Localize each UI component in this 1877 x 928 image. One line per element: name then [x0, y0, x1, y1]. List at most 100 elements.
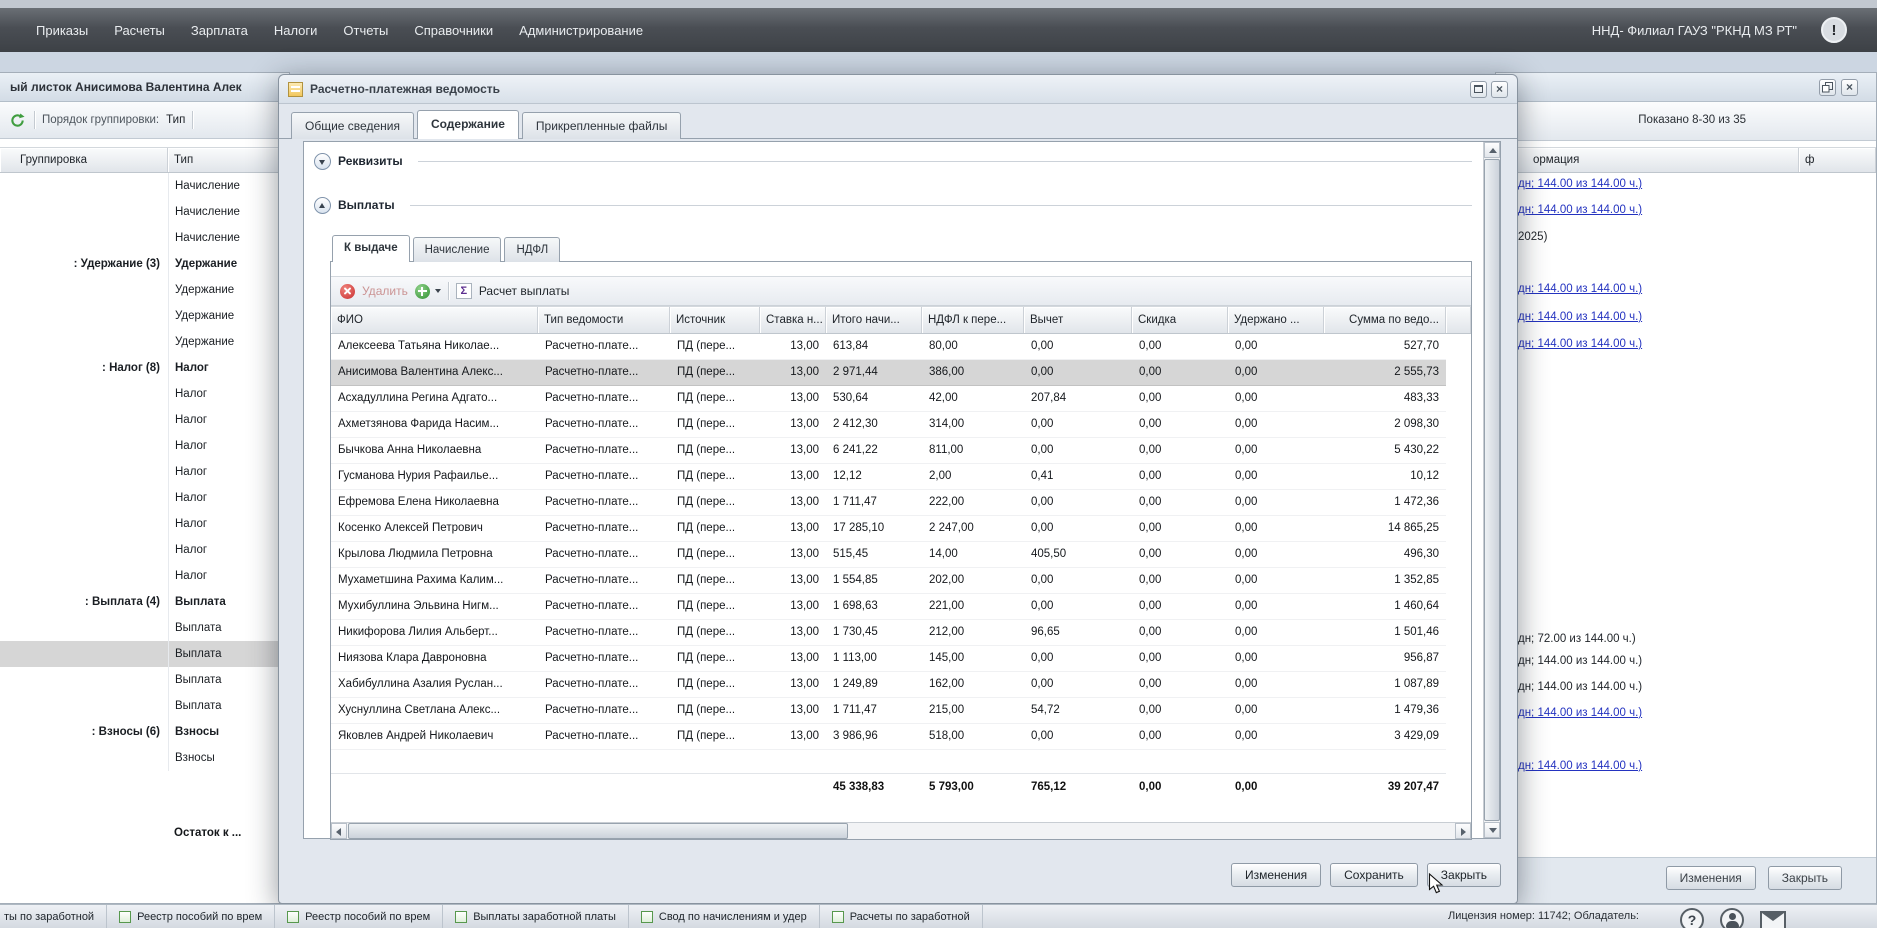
table-row[interactable]: : Налог (8)Налог	[0, 355, 289, 381]
close-button[interactable]: Закрыть	[1768, 866, 1842, 890]
changes-button[interactable]: Изменения	[1231, 863, 1321, 887]
menu-item-1[interactable]: Приказы	[36, 23, 88, 38]
table-row[interactable]: Мухибуллина Эльвина Нигм...Расчетно-плат…	[331, 594, 1446, 620]
delete-button[interactable]: Удалить	[362, 284, 408, 298]
add-icon[interactable]	[415, 284, 430, 299]
table-row[interactable]: Крылова Людмила ПетровнаРасчетно-плате..…	[331, 542, 1446, 568]
table-row[interactable]: Ахметзянова Фарида Насим...Расчетно-плат…	[331, 412, 1446, 438]
horizontal-scrollbar[interactable]	[331, 822, 1471, 839]
table-row[interactable]: Хуснуллина Светлана Алекс...Расчетно-пла…	[331, 698, 1446, 724]
taskbar-item[interactable]: Реестр пособий по врем	[107, 905, 275, 928]
table-row[interactable]: Налог	[0, 563, 289, 589]
table-row[interactable]: Ефремова Елена НиколаевнаРасчетно-плате.…	[331, 490, 1446, 516]
inner-tab-3[interactable]: НДФЛ	[504, 237, 560, 262]
scroll-down-button[interactable]	[1484, 822, 1500, 838]
table-row[interactable]: Анисимова Валентина Алекс...Расчетно-пла…	[331, 360, 1446, 386]
table-row[interactable]: Налог	[0, 433, 289, 459]
alert-icon[interactable]: !	[1821, 17, 1847, 43]
help-icon[interactable]: ?	[1680, 908, 1704, 928]
table-row[interactable]: Выплата	[0, 667, 289, 693]
scroll-left-button[interactable]	[331, 823, 347, 839]
link[interactable]: дн; 144.00 из 144.00 ч.)	[1518, 197, 1642, 223]
changes-button[interactable]: Изменения	[1666, 866, 1756, 890]
scroll-right-button[interactable]	[1455, 823, 1471, 839]
column-header[interactable]: Источник	[670, 307, 760, 333]
column-header[interactable]: Тип	[168, 148, 289, 172]
table-row[interactable]: Удержание	[0, 329, 289, 355]
table-row[interactable]: : Взносы (6)Взносы	[0, 719, 289, 745]
tab-3[interactable]: Прикрепленные файлы	[522, 112, 682, 139]
column-header[interactable]: Группировка	[0, 148, 168, 172]
window-titlebar[interactable]: ый листок Анисимова Валентина Алек	[0, 73, 289, 102]
column-header[interactable]: Скидка	[1132, 307, 1228, 333]
link[interactable]: дн; 144.00 из 144.00 ч.)	[1518, 304, 1642, 330]
close-button[interactable]: ×	[1491, 81, 1508, 98]
delete-icon[interactable]	[340, 284, 355, 299]
table-row[interactable]: Гусманова Нурия Рафаилье...Расчетно-плат…	[331, 464, 1446, 490]
tab-2[interactable]: Содержание	[417, 110, 519, 139]
dialog-titlebar[interactable]: Расчетно-платежная ведомость ×	[279, 75, 1517, 104]
table-row[interactable]: Налог	[0, 537, 289, 563]
calc-payout-button[interactable]: Расчет выплаты	[479, 284, 570, 298]
table-row[interactable]: : Выплата (4)Выплата	[0, 589, 289, 615]
table-row[interactable]: Налог	[0, 381, 289, 407]
user-icon[interactable]	[1720, 908, 1744, 928]
menu-item-3[interactable]: Зарплата	[191, 23, 248, 38]
column-header[interactable]: Тип ведомости	[538, 307, 670, 333]
table-row[interactable]: Косенко Алексей ПетровичРасчетно-плате..…	[331, 516, 1446, 542]
inner-tab-2[interactable]: Начисление	[413, 237, 502, 262]
column-header[interactable]: Удержано ...	[1228, 307, 1324, 333]
table-row[interactable]: Налог	[0, 485, 289, 511]
menu-item-5[interactable]: Отчеты	[343, 23, 388, 38]
table-row[interactable]: Начисление	[0, 173, 289, 199]
inner-tab-1[interactable]: К выдаче	[332, 235, 410, 262]
table-row[interactable]: : Удержание (3)Удержание	[0, 251, 289, 277]
column-header[interactable]: Ставка н...	[760, 307, 826, 333]
link[interactable]: дн; 144.00 из 144.00 ч.)	[1518, 700, 1642, 726]
table-row[interactable]: Взносы	[0, 745, 289, 771]
menu-item-6[interactable]: Справочники	[414, 23, 493, 38]
tab-1[interactable]: Общие сведения	[291, 112, 414, 139]
mail-icon[interactable]	[1760, 911, 1786, 928]
collapse-toggle-icon[interactable]	[314, 197, 331, 214]
taskbar-item[interactable]: Реестр пособий по врем	[275, 905, 443, 928]
taskbar-item[interactable]: Выплаты заработной платы	[443, 905, 629, 928]
link[interactable]: дн; 144.00 из 144.00 ч.)	[1518, 753, 1642, 779]
table-row[interactable]: Никифорова Лилия Альберт...Расчетно-плат…	[331, 620, 1446, 646]
sum-icon[interactable]: Σ	[456, 283, 472, 299]
save-button[interactable]: Сохранить	[1330, 863, 1418, 887]
scrollbar-thumb[interactable]	[1484, 159, 1500, 821]
table-row[interactable]: Налог	[0, 511, 289, 537]
menu-item-7[interactable]: Администрирование	[519, 23, 643, 38]
table-row[interactable]: Выплата	[0, 615, 289, 641]
table-row[interactable]: Мухаметшина Рахима Калим...Расчетно-плат…	[331, 568, 1446, 594]
table-row[interactable]: Начисление	[0, 225, 289, 251]
table-row[interactable]: Удержание	[0, 303, 289, 329]
column-header[interactable]: ФИО	[331, 307, 538, 333]
table-row[interactable]: Ниязова Клара ДавроновнаРасчетно-плате..…	[331, 646, 1446, 672]
table-row[interactable]: Алексеева Татьяна Николае...Расчетно-пла…	[331, 334, 1446, 360]
link[interactable]: дн; 144.00 из 144.00 ч.)	[1518, 276, 1642, 302]
menu-item-4[interactable]: Налоги	[274, 23, 318, 38]
dropdown-caret-icon[interactable]	[435, 289, 441, 293]
vertical-scrollbar[interactable]	[1483, 142, 1500, 838]
taskbar-item[interactable]: Расчеты по заработной	[820, 905, 983, 928]
link[interactable]: дн; 144.00 из 144.00 ч.)	[1518, 171, 1642, 197]
table-row[interactable]: Налог	[0, 407, 289, 433]
scrollbar-thumb[interactable]	[348, 823, 848, 839]
table-row[interactable]: Яковлев Андрей НиколаевичРасчетно-плате.…	[331, 724, 1446, 750]
refresh-button[interactable]	[7, 110, 27, 130]
table-row[interactable]: Выплата	[0, 641, 289, 667]
scroll-up-button[interactable]	[1484, 142, 1500, 158]
taskbar-item[interactable]: Свод по начислениям и удер	[629, 905, 820, 928]
column-header[interactable]: НДФЛ к пере...	[922, 307, 1024, 333]
table-row[interactable]: Хабибуллина Азалия Руслан...Расчетно-пла…	[331, 672, 1446, 698]
table-row[interactable]: Налог	[0, 459, 289, 485]
menu-item-2[interactable]: Расчеты	[114, 23, 165, 38]
maximize-button[interactable]	[1470, 81, 1487, 98]
grouping-value[interactable]: Тип	[166, 114, 185, 126]
link[interactable]: дн; 144.00 из 144.00 ч.)	[1518, 331, 1642, 357]
column-header[interactable]: Вычет	[1024, 307, 1132, 333]
table-row[interactable]: Бычкова Анна НиколаевнаРасчетно-плате...…	[331, 438, 1446, 464]
column-header[interactable]: Сумма по ведо...	[1324, 307, 1446, 333]
